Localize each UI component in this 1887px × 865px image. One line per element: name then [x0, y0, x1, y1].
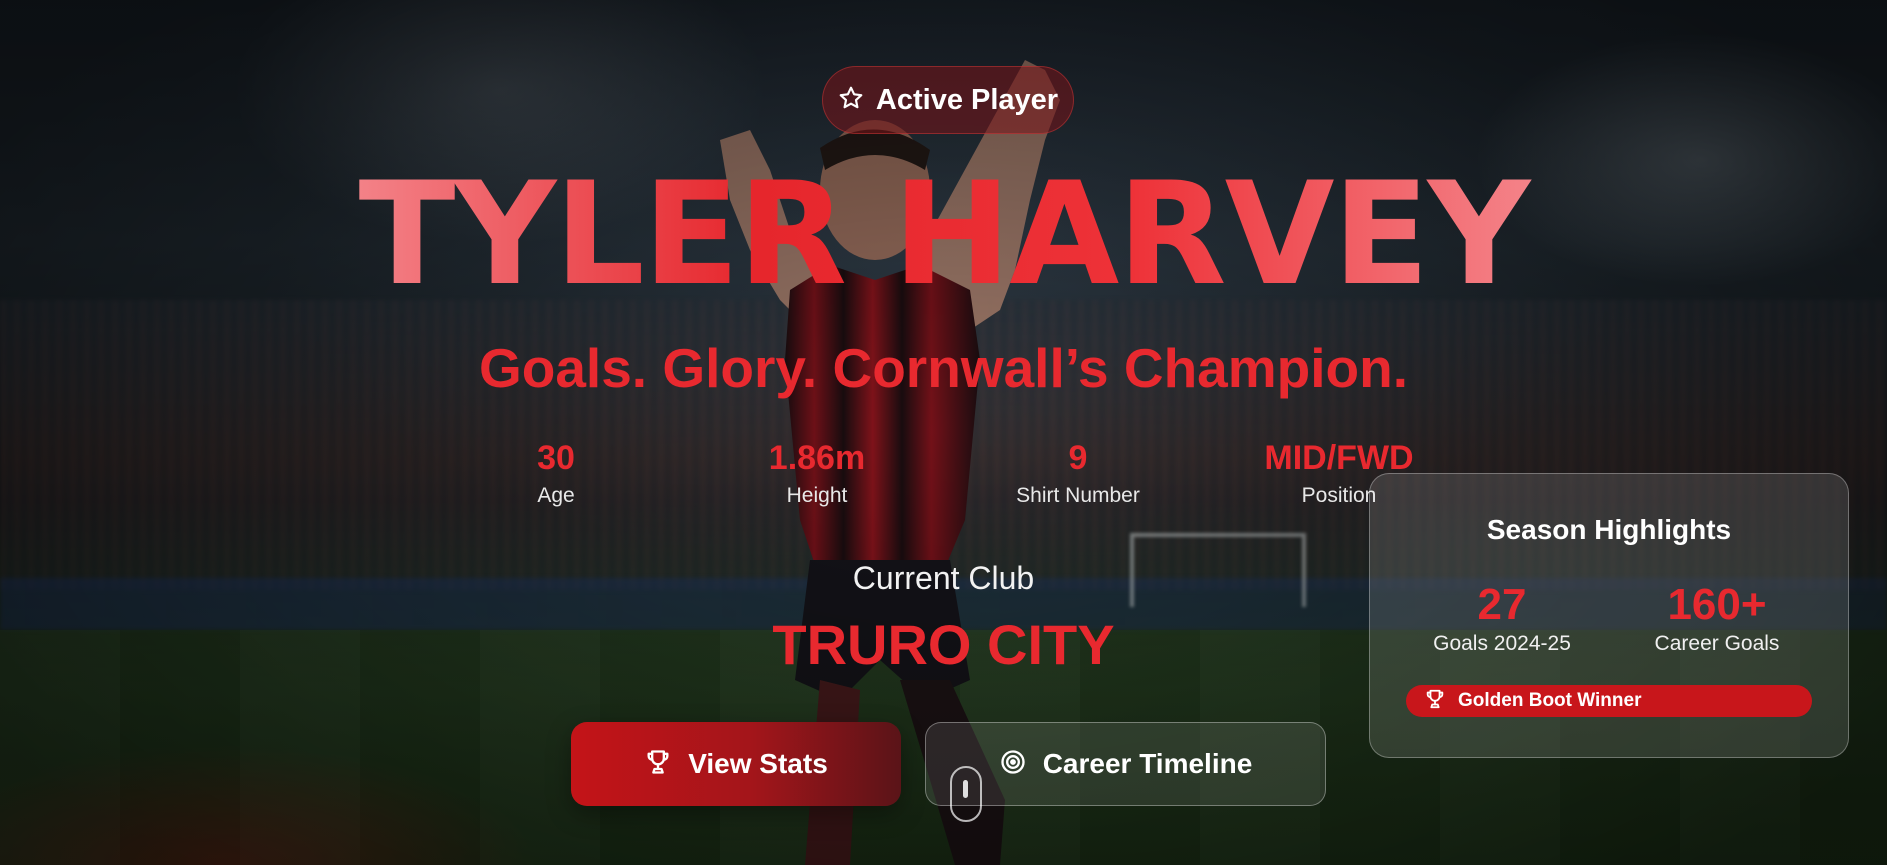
stat-value: 30: [537, 439, 575, 477]
stat-age: 30 Age: [446, 434, 666, 510]
active-player-badge: Active Player: [822, 66, 1074, 134]
stat-height: 1.86m Height: [707, 434, 927, 510]
active-player-label: Active Player: [875, 83, 1059, 116]
trophy-icon: [1424, 688, 1446, 715]
view-stats-button[interactable]: View Stats: [571, 722, 901, 806]
stat-label: Height: [786, 484, 848, 507]
golden-boot-label: Golden Boot Winner: [1458, 690, 1642, 711]
highlight-label: Career Goals: [1654, 632, 1780, 655]
target-icon: [999, 748, 1027, 781]
stat-shirt-number: 9 Shirt Number: [968, 434, 1188, 510]
star-icon: [838, 85, 864, 116]
player-name: TYLER HARVEY: [0, 160, 1887, 310]
highlight-goals-season: 27 Goals 2024-25: [1402, 580, 1602, 658]
trophy-icon: [644, 748, 672, 781]
highlight-label: Goals 2024-25: [1433, 632, 1571, 655]
season-highlights-title: Season Highlights: [1486, 514, 1732, 545]
player-tagline: Goals. Glory. Cornwall’s Champion.: [478, 337, 1409, 399]
golden-boot-badge: Golden Boot Winner: [1406, 685, 1812, 717]
stat-label: Shirt Number: [1016, 484, 1140, 507]
highlight-career-goals: 160+ Career Goals: [1617, 580, 1817, 658]
stat-value: 1.86m: [768, 439, 866, 477]
season-highlights-card: Season Highlights 27 Goals 2024-25 160+ …: [1369, 473, 1849, 758]
view-stats-label: View Stats: [688, 748, 828, 779]
career-timeline-label: Career Timeline: [1042, 748, 1253, 779]
highlight-value: 160+: [1667, 580, 1767, 629]
scroll-mouse-icon[interactable]: [950, 766, 982, 822]
scroll-wheel: [963, 780, 968, 798]
highlight-value: 27: [1477, 580, 1527, 629]
stat-value: 9: [1068, 439, 1088, 477]
stat-label: Age: [537, 484, 575, 507]
career-timeline-button[interactable]: Career Timeline: [925, 722, 1326, 806]
